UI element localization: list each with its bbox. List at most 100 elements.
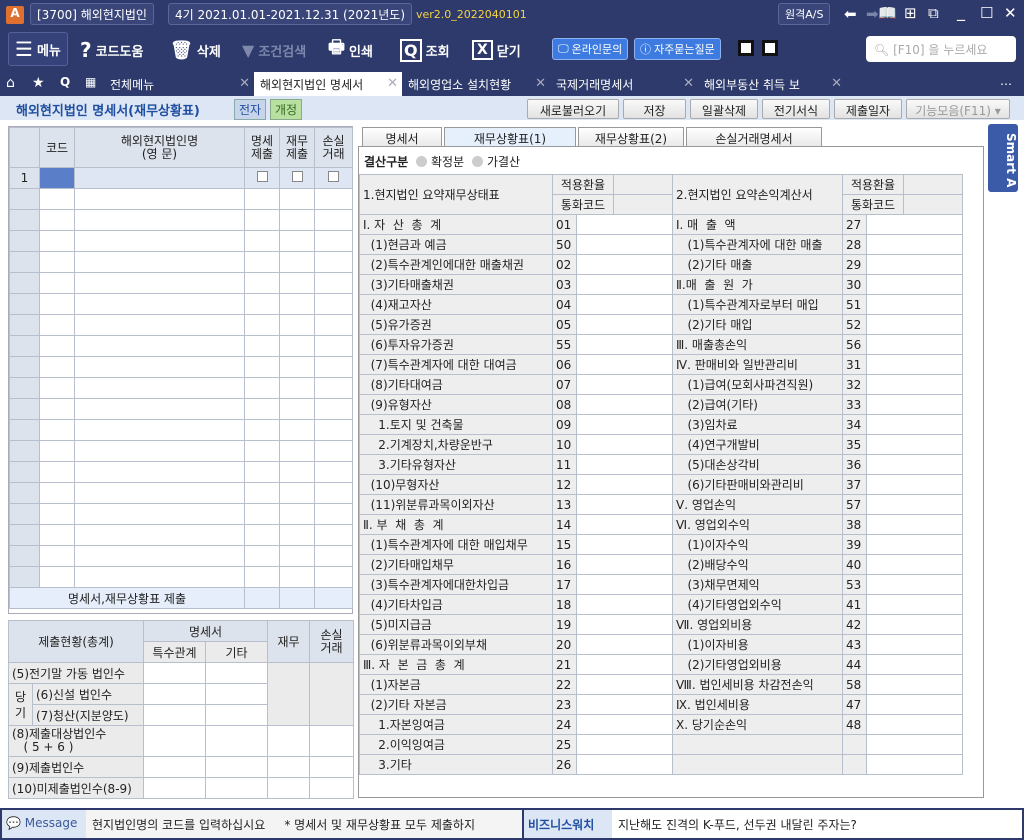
code-cell[interactable] <box>39 419 75 441</box>
checkbox-cell[interactable] <box>244 440 280 462</box>
checkbox-cell[interactable] <box>244 524 280 546</box>
checkbox-cell[interactable] <box>279 209 315 231</box>
checkbox-cell[interactable] <box>314 440 353 462</box>
layout-icon-2[interactable] <box>762 40 778 56</box>
checkbox-cell[interactable] <box>279 167 315 189</box>
tab-financial-2[interactable]: 재무상황표(2) <box>578 127 684 147</box>
remote-support-button[interactable]: 원격A/S <box>778 3 831 25</box>
checkbox-cell[interactable] <box>279 419 315 441</box>
bs-amount-input[interactable] <box>575 274 674 295</box>
checkbox-cell[interactable] <box>314 566 353 588</box>
checkbox-cell[interactable] <box>314 545 353 567</box>
grid-row[interactable] <box>9 419 353 441</box>
name-cell[interactable] <box>74 356 245 378</box>
bs-amount-input[interactable] <box>575 754 674 775</box>
checkbox-cell[interactable] <box>244 230 280 252</box>
is-amount-input[interactable] <box>866 594 964 615</box>
electronic-badge[interactable]: 전자 <box>234 99 267 120</box>
is-amount-input[interactable] <box>866 294 964 315</box>
checkbox-cell[interactable] <box>279 377 315 399</box>
checkbox-cell[interactable] <box>279 566 315 588</box>
name-cell[interactable] <box>74 440 245 462</box>
checkbox-cell[interactable] <box>244 461 280 483</box>
checkbox-cell[interactable] <box>279 272 315 294</box>
tab-financial-1[interactable]: 재무상황표(1) <box>444 127 576 147</box>
checkbox-cell[interactable] <box>314 167 353 189</box>
summary-cell[interactable] <box>205 683 269 705</box>
is-amount-input[interactable] <box>866 494 964 515</box>
bs-amount-input[interactable] <box>575 534 674 555</box>
checkbox-cell[interactable] <box>314 314 353 336</box>
name-cell[interactable] <box>74 482 245 504</box>
checkbox[interactable] <box>256 171 268 182</box>
grid-row[interactable] <box>9 335 353 357</box>
name-cell[interactable] <box>74 377 245 399</box>
radio-confirmed[interactable]: 확정분 <box>416 153 464 170</box>
checkbox[interactable] <box>328 171 339 182</box>
print-button[interactable]: 🖶 인쇄 <box>328 36 373 64</box>
is-amount-input[interactable] <box>866 754 964 775</box>
checkbox-cell[interactable] <box>244 377 280 399</box>
name-cell[interactable] <box>74 524 245 546</box>
summary-cell[interactable] <box>267 756 311 778</box>
checkbox-cell[interactable] <box>314 272 353 294</box>
checkbox-cell[interactable] <box>244 272 280 294</box>
code-cell[interactable] <box>39 566 75 588</box>
grid-row[interactable] <box>9 293 353 315</box>
submit-date-button[interactable]: 제출일자 <box>834 99 902 119</box>
bs-amount-input[interactable] <box>575 674 674 695</box>
name-cell[interactable] <box>74 398 245 420</box>
reload-button[interactable]: 새로불러오기 <box>527 99 619 119</box>
grid-row[interactable] <box>9 461 353 483</box>
menu-search-input[interactable]: 🔍︎ [F10] 을 누르세요 <box>866 36 1016 62</box>
summary-cell[interactable] <box>143 704 207 726</box>
tab-loss-trades[interactable]: 손실거래명세서 <box>686 127 822 147</box>
tab-overseas-subsidiary[interactable]: 해외현지법인 명세서 ✕ <box>254 72 402 96</box>
grid-row[interactable] <box>9 566 353 588</box>
is-amount-input[interactable] <box>866 514 964 535</box>
grid-row[interactable] <box>9 482 353 504</box>
name-cell[interactable] <box>74 545 245 567</box>
checkbox-cell[interactable] <box>279 461 315 483</box>
checkbox-cell[interactable] <box>244 209 280 231</box>
name-cell[interactable] <box>74 209 245 231</box>
bs-currency-input[interactable] <box>613 194 674 215</box>
checkbox-cell[interactable] <box>244 335 280 357</box>
is-amount-input[interactable] <box>866 314 964 335</box>
is-amount-input[interactable] <box>866 614 964 635</box>
checkbox-cell[interactable] <box>314 503 353 525</box>
tab-statement[interactable]: 명세서 <box>362 127 442 147</box>
checkbox-cell[interactable] <box>244 566 280 588</box>
bs-amount-input[interactable] <box>575 394 674 415</box>
checkbox-cell[interactable] <box>244 545 280 567</box>
close-tab-icon[interactable]: ✕ <box>535 76 546 91</box>
name-cell[interactable] <box>74 503 245 525</box>
checkbox-cell[interactable] <box>314 209 353 231</box>
prior-form-button[interactable]: 전기서식 <box>762 99 830 119</box>
code-cell[interactable] <box>39 356 75 378</box>
checkbox[interactable] <box>291 171 303 182</box>
maximize-icon[interactable]: ☐ <box>980 4 993 22</box>
bs-amount-input[interactable] <box>575 494 674 515</box>
tab-intl-transactions[interactable]: 국제거래명세서 ✕ <box>550 72 698 96</box>
summary-cell[interactable] <box>267 725 311 757</box>
bs-amount-input[interactable] <box>575 314 674 335</box>
tab-overseas-branch[interactable]: 해외영업소 설치현황 ✕ <box>402 72 550 96</box>
checkbox-cell[interactable] <box>279 230 315 252</box>
checkbox-cell[interactable] <box>244 419 280 441</box>
revised-badge[interactable]: 개정 <box>270 99 303 120</box>
summary-cell[interactable] <box>143 756 207 778</box>
summary-cell[interactable] <box>205 756 269 778</box>
back-arrow-icon[interactable]: ⬅ <box>844 5 857 23</box>
checkbox-cell[interactable] <box>244 482 280 504</box>
grid-row[interactable] <box>9 398 353 420</box>
checkbox-cell[interactable] <box>314 377 353 399</box>
is-currency-input[interactable] <box>903 194 964 215</box>
is-amount-input[interactable] <box>866 474 964 495</box>
checkbox-cell[interactable] <box>279 524 315 546</box>
is-amount-input[interactable] <box>866 254 964 275</box>
code-cell[interactable] <box>39 251 75 273</box>
bs-amount-input[interactable] <box>575 354 674 375</box>
grid-row[interactable] <box>9 209 353 231</box>
summary-cell[interactable] <box>205 662 269 684</box>
